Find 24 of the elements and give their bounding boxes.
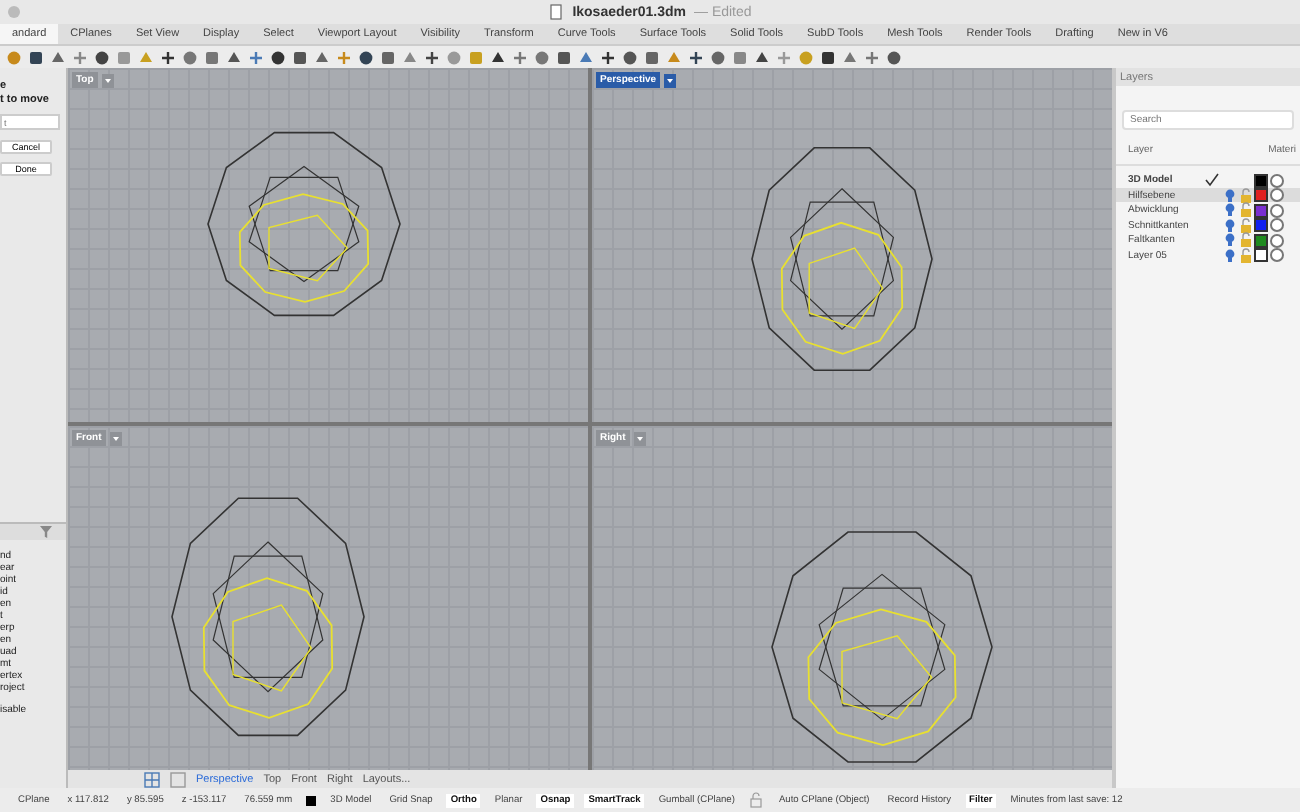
- tool-icon[interactable]: [424, 49, 440, 65]
- tool-icon[interactable]: [160, 49, 176, 65]
- caret-icon[interactable]: [101, 73, 114, 87]
- layer-color-swatch[interactable]: [1254, 218, 1268, 232]
- caret-icon[interactable]: [664, 73, 677, 87]
- checkmark-icon: [1204, 172, 1220, 188]
- layer-color-swatch[interactable]: [1254, 233, 1268, 247]
- layer-color-swatch[interactable]: [1254, 248, 1268, 262]
- lightbulb-icon[interactable]: [1222, 202, 1238, 218]
- lightbulb-icon[interactable]: [1222, 247, 1238, 263]
- caret-icon[interactable]: [109, 431, 122, 445]
- tool-icon[interactable]: [886, 49, 902, 65]
- tool-icon[interactable]: [600, 49, 616, 65]
- layer-color-swatch[interactable]: [1254, 203, 1268, 217]
- lightbulb-icon[interactable]: [1222, 217, 1238, 233]
- caret-icon[interactable]: [633, 431, 646, 445]
- document-icon: [548, 4, 565, 20]
- lightbulb-icon[interactable]: [1222, 232, 1238, 248]
- filter-icon[interactable]: [38, 524, 54, 540]
- grid-layout-icon[interactable]: [144, 771, 160, 787]
- lightbulb-icon[interactable]: [1222, 187, 1238, 203]
- layer-color-swatch[interactable]: [1254, 173, 1268, 187]
- layer-color-swatch[interactable]: [1254, 188, 1268, 202]
- tool-icon[interactable]: [688, 49, 704, 65]
